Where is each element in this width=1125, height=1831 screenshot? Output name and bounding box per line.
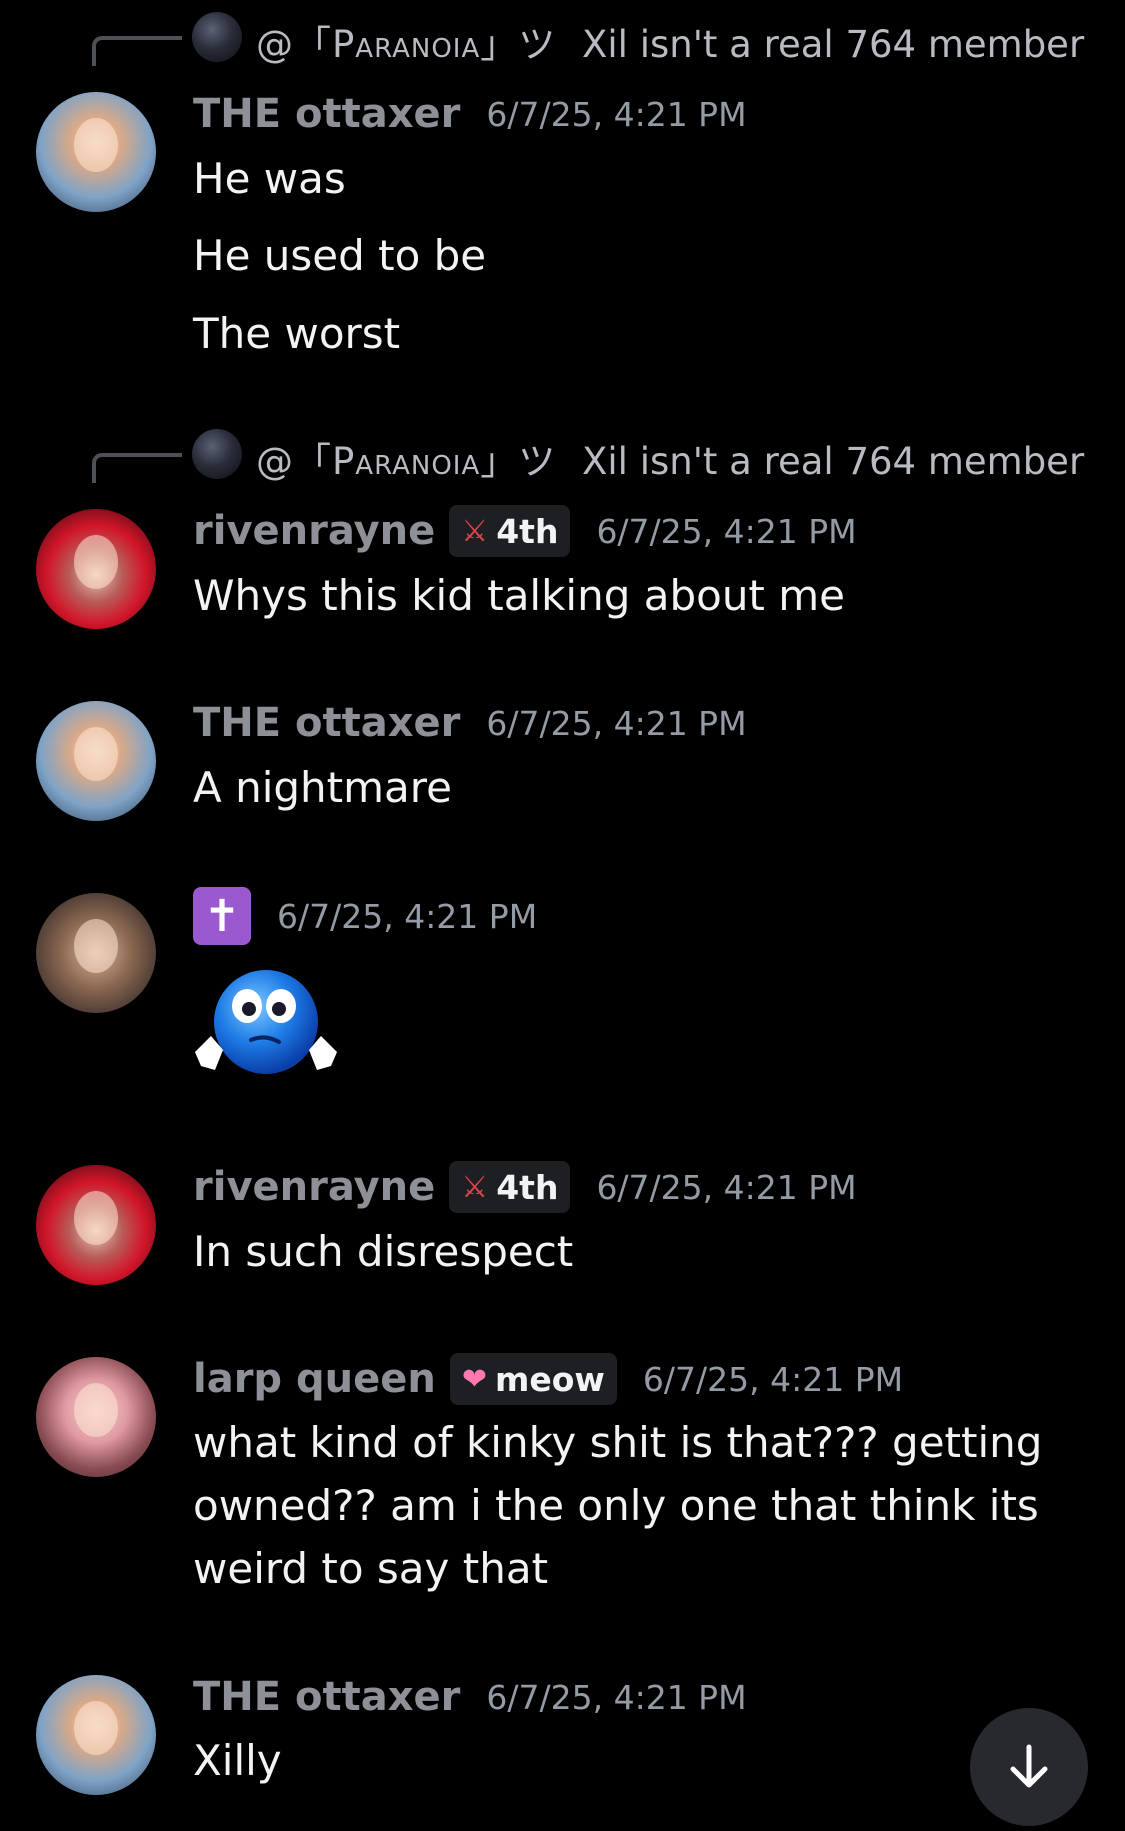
avatar[interactable]	[36, 509, 156, 629]
username[interactable]: THE ottaxer	[193, 700, 460, 746]
message-text: Whys this kid talking about me	[193, 571, 846, 620]
crossed-swords-icon: ⚔	[461, 1169, 489, 1205]
reply-avatar	[192, 12, 242, 62]
reply-preview: @「Paranoia」ツ Xil isn't a real 764 member	[256, 431, 1084, 485]
message-text: He used to be	[193, 231, 487, 280]
role-tag[interactable]: ⚔ 4th	[449, 505, 571, 557]
timestamp: 6/7/25, 4:21 PM	[486, 703, 747, 743]
message-text: owned?? am i the only one that think its	[193, 1481, 1039, 1530]
message-text: The worst	[193, 309, 401, 358]
username[interactable]: larp queen	[193, 1356, 436, 1402]
role-tag[interactable]: ❤ meow	[449, 1353, 617, 1405]
timestamp: 6/7/25, 4:21 PM	[277, 896, 538, 936]
username[interactable]: rivenrayne	[193, 1164, 435, 1210]
message-header: rivenrayne ⚔ 4th 6/7/25, 4:21 PM	[193, 1159, 857, 1215]
timestamp: 6/7/25, 4:21 PM	[486, 1677, 747, 1717]
reply-reference[interactable]: @「Paranoia」ツ Xil isn't a real 764 member	[92, 12, 1092, 66]
message-header: THE ottaxer 6/7/25, 4:21 PM	[193, 1669, 747, 1725]
avatar[interactable]	[36, 1675, 156, 1795]
message-header: THE ottaxer 6/7/25, 4:21 PM	[193, 695, 747, 751]
message-text: He was	[193, 154, 346, 203]
timestamp: 6/7/25, 4:21 PM	[486, 94, 747, 134]
message-header: rivenrayne ⚔ 4th 6/7/25, 4:21 PM	[193, 503, 857, 559]
cross-username[interactable]: ✝	[193, 887, 251, 945]
reply-connector	[92, 453, 182, 483]
reply-username[interactable]: @「Paranoia」ツ	[256, 440, 556, 483]
message-text: what kind of kinky shit is that??? getti…	[193, 1418, 1043, 1467]
message-text: Xilly	[193, 1736, 282, 1785]
message-header: larp queen ❤ meow 6/7/25, 4:21 PM	[193, 1351, 903, 1407]
scroll-to-bottom-button[interactable]	[970, 1708, 1088, 1826]
reply-reference[interactable]: @「Paranoia」ツ Xil isn't a real 764 member	[92, 429, 1092, 483]
timestamp: 6/7/25, 4:21 PM	[596, 511, 857, 551]
reply-message: Xil isn't a real 764 member	[582, 440, 1085, 483]
role-tag-label: 4th	[496, 511, 559, 551]
message-text: A nightmare	[193, 763, 452, 812]
message-header: THE ottaxer 6/7/25, 4:21 PM	[193, 86, 747, 142]
timestamp: 6/7/25, 4:21 PM	[642, 1359, 904, 1399]
arrow-down-icon	[1010, 1744, 1048, 1788]
avatar[interactable]	[36, 1357, 156, 1477]
shrugging-blue-face-icon	[195, 970, 337, 1074]
avatar[interactable]	[36, 92, 156, 212]
reply-preview: @「Paranoia」ツ Xil isn't a real 764 member	[256, 14, 1084, 68]
username[interactable]: THE ottaxer	[193, 91, 460, 137]
reply-username[interactable]: @「Paranoia」ツ	[256, 23, 556, 66]
reply-avatar	[192, 429, 242, 479]
reply-connector	[92, 36, 182, 66]
heart-icon: ❤	[461, 1361, 487, 1397]
reply-message: Xil isn't a real 764 member	[582, 23, 1085, 66]
role-tag[interactable]: ⚔ 4th	[449, 1161, 571, 1213]
crossed-swords-icon: ⚔	[461, 513, 489, 549]
avatar[interactable]	[36, 893, 156, 1013]
timestamp: 6/7/25, 4:21 PM	[596, 1167, 857, 1207]
message-text: weird to say that	[193, 1544, 549, 1593]
username[interactable]: rivenrayne	[193, 508, 435, 554]
role-tag-label: 4th	[496, 1167, 559, 1207]
avatar[interactable]	[36, 1165, 156, 1285]
message-header: ✝ 6/7/25, 4:21 PM	[193, 887, 538, 945]
message-text: In such disrespect	[193, 1227, 574, 1276]
username[interactable]: THE ottaxer	[193, 1674, 460, 1720]
role-tag-label: meow	[494, 1359, 605, 1399]
avatar[interactable]	[36, 701, 156, 821]
